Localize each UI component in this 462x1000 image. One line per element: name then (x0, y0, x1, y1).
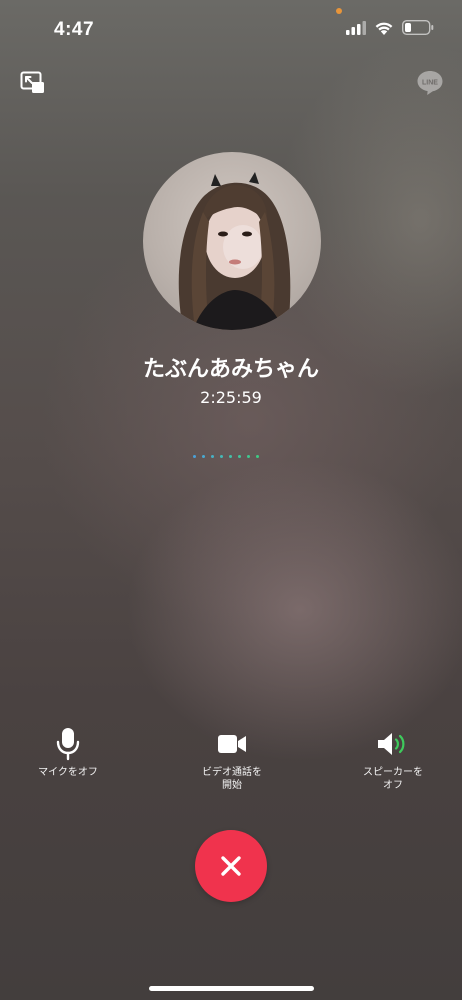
call-screen: 4:47 LINE たぶんあみちゃん 2:25:59 マイクをオフ ビデオ通話を… (0, 0, 462, 1000)
status-icons (346, 20, 434, 35)
cellular-signal-icon (346, 20, 366, 35)
mute-mic-button[interactable]: マイクをオフ (8, 726, 128, 779)
audio-level-dot (256, 455, 259, 458)
call-duration: 2:25:59 (200, 388, 262, 407)
audio-level-indicator (193, 455, 259, 458)
caller-name: たぶんあみちゃん (142, 357, 319, 382)
audio-level-dot (238, 455, 241, 458)
audio-level-dot (247, 455, 250, 458)
audio-level-dot (211, 455, 214, 458)
home-indicator (149, 986, 314, 991)
wifi-icon (375, 22, 393, 35)
audio-level-dot (220, 455, 223, 458)
minimize-window-icon[interactable] (20, 71, 46, 99)
microphone-icon (55, 726, 81, 762)
battery-icon (402, 20, 434, 35)
end-call-button[interactable] (195, 830, 267, 902)
status-time: 4:47 (54, 19, 95, 40)
svg-text:LINE: LINE (422, 80, 438, 87)
caller-avatar (143, 152, 321, 330)
close-icon (221, 856, 241, 876)
line-logo: LINE (416, 69, 444, 101)
camera-in-use-dot (336, 8, 342, 14)
mute-mic-label: マイクをオフ (38, 767, 98, 778)
speaker-toggle-button[interactable]: スピーカーを オフ (333, 726, 453, 792)
video-camera-icon (217, 726, 247, 762)
start-video-label: ビデオ通話を 開始 (202, 767, 262, 791)
audio-level-dot (193, 455, 196, 458)
speaker-toggle-label: スピーカーを オフ (363, 767, 423, 791)
speaker-icon (377, 726, 409, 762)
audio-level-dot (202, 455, 205, 458)
audio-level-dot (229, 455, 232, 458)
start-video-button[interactable]: ビデオ通話を 開始 (172, 726, 292, 792)
